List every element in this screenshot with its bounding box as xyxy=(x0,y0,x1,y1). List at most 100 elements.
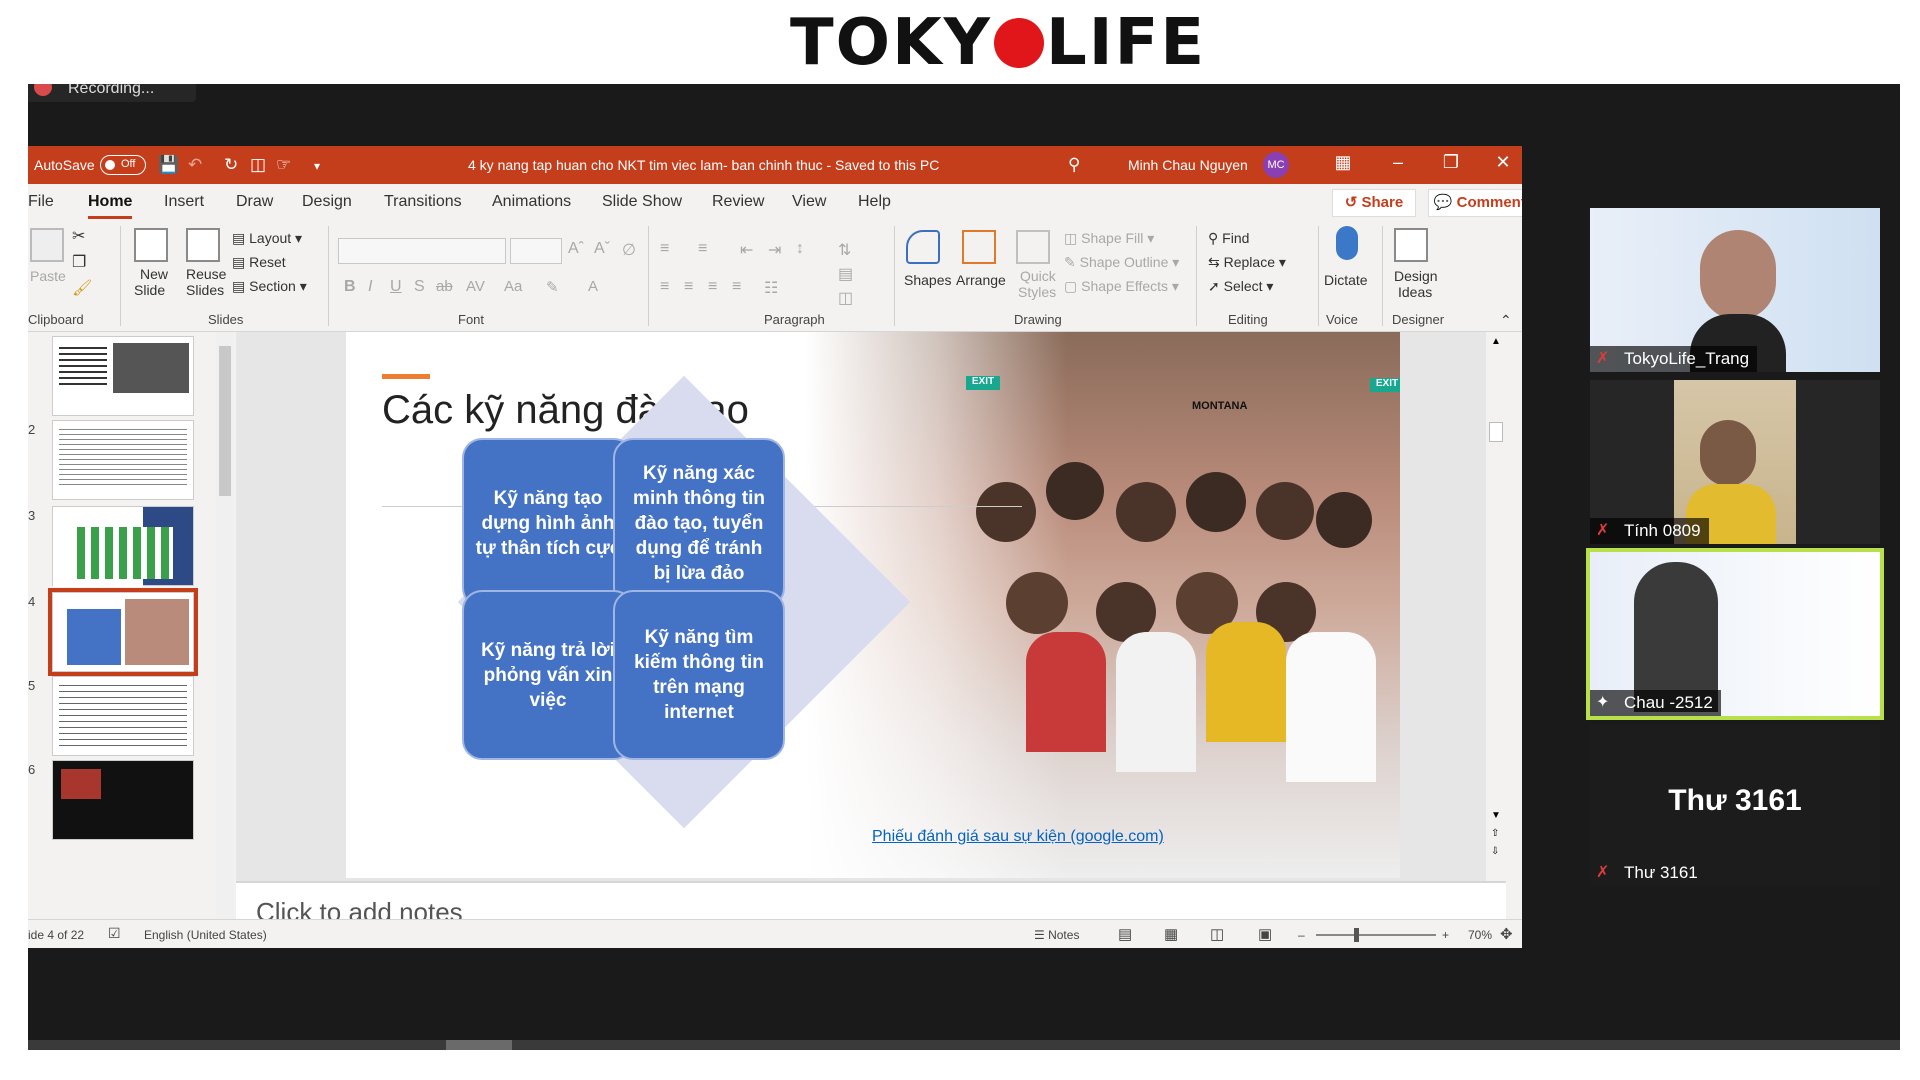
slide-sorter-icon[interactable]: ▦ xyxy=(1164,925,1178,943)
autosave-toggle[interactable]: Off xyxy=(100,155,146,175)
new-slide-line1[interactable]: New xyxy=(140,266,168,282)
comments-button[interactable]: 💬 Comments xyxy=(1428,189,1522,217)
select-button[interactable]: ➚ Select ▾ xyxy=(1208,278,1273,295)
tab-help[interactable]: Help xyxy=(858,193,891,211)
quick-styles-icon[interactable] xyxy=(1016,230,1050,264)
participant-tile-4[interactable]: Thư 3161 ✗ Thư 3161 xyxy=(1590,724,1880,886)
strikethrough-icon[interactable]: ab xyxy=(436,278,453,295)
language-status[interactable]: English (United States) xyxy=(144,928,267,942)
redo-icon[interactable]: ↻ xyxy=(224,155,238,175)
format-painter-icon[interactable]: 🖌 xyxy=(72,278,92,298)
accessibility-icon[interactable]: ☑ xyxy=(108,925,121,942)
line-spacing-icon[interactable]: ↕ xyxy=(796,240,804,258)
skill-box-4[interactable]: Kỹ năng tìm kiếm thông tin trên mạng int… xyxy=(613,590,785,760)
shapes-label[interactable]: Shapes xyxy=(904,272,951,288)
increase-indent-icon[interactable]: ⇥ xyxy=(768,240,781,260)
dictate-label[interactable]: Dictate xyxy=(1324,272,1368,288)
quick-styles-line2[interactable]: Styles xyxy=(1018,284,1056,300)
change-case-icon[interactable]: Aa xyxy=(504,278,522,295)
tab-file[interactable]: File xyxy=(28,193,54,211)
section-button[interactable]: ▤ Section ▾ xyxy=(232,278,307,295)
smartart-icon[interactable]: ◫ xyxy=(838,288,853,308)
undo-icon[interactable]: ↶ xyxy=(188,155,202,175)
close-icon[interactable]: ✕ xyxy=(1488,152,1518,173)
user-name[interactable]: Minh Chau Nguyen xyxy=(1128,157,1248,173)
font-size-box[interactable] xyxy=(510,238,562,264)
shadow-icon[interactable]: S xyxy=(414,278,425,296)
zoom-out-icon[interactable]: – xyxy=(1298,928,1305,942)
participant-tile-1[interactable]: ✗ TokyoLife_Trang xyxy=(1590,208,1880,372)
find-button[interactable]: ⚲ Find xyxy=(1208,230,1249,247)
reading-view-icon[interactable]: ◫ xyxy=(1210,925,1224,943)
thumbnail-5[interactable] xyxy=(52,676,194,756)
font-color-icon[interactable]: A xyxy=(588,278,598,295)
grow-font-icon[interactable]: Aˆ xyxy=(568,240,584,258)
slide-scrollbar[interactable]: ▲ ▼ ⇧ ⇩ xyxy=(1486,332,1506,881)
zoom-level[interactable]: 70% xyxy=(1468,928,1492,942)
font-name-box[interactable] xyxy=(338,238,506,264)
save-icon[interactable]: 💾 xyxy=(158,155,179,175)
reset-button[interactable]: ▤ Reset xyxy=(232,254,286,271)
skill-box-3[interactable]: Kỹ năng trả lời phỏng vấn xin việc xyxy=(462,590,634,760)
new-slide-icon[interactable] xyxy=(134,228,168,262)
text-direction-icon[interactable]: ⇅ xyxy=(838,240,851,260)
reuse-line1[interactable]: Reuse xyxy=(186,266,226,282)
align-right-icon[interactable]: ≡ xyxy=(708,278,717,296)
minimize-icon[interactable]: – xyxy=(1383,152,1413,173)
shape-fill-button[interactable]: ◫ Shape Fill ▾ xyxy=(1064,230,1154,247)
participant-tile-2[interactable]: ✗ Tính 0809 xyxy=(1590,380,1880,544)
reuse-line2[interactable]: Slides xyxy=(186,282,224,298)
bold-icon[interactable]: B xyxy=(344,278,356,296)
customize-toolbar-icon[interactable]: ▾ xyxy=(314,159,320,173)
tab-view[interactable]: View xyxy=(792,193,826,211)
tab-review[interactable]: Review xyxy=(712,193,764,211)
align-text-icon[interactable]: ▤ xyxy=(838,264,853,284)
align-center-icon[interactable]: ≡ xyxy=(684,278,693,296)
highlight-icon[interactable]: ✎ xyxy=(546,278,559,296)
italic-icon[interactable]: I xyxy=(368,278,372,296)
meeting-scrollbar[interactable] xyxy=(28,1040,1900,1050)
normal-view-icon[interactable]: ▤ xyxy=(1118,925,1132,943)
design-ideas-line1[interactable]: Design xyxy=(1394,268,1438,284)
prev-slide-icon[interactable]: ⇧ xyxy=(1491,828,1499,839)
quick-styles-line1[interactable]: Quick xyxy=(1020,268,1056,284)
tab-animations[interactable]: Animations xyxy=(492,193,571,211)
thumbnail-3[interactable] xyxy=(52,506,194,587)
numbering-icon[interactable]: ≡ xyxy=(698,240,707,258)
scroll-thumb[interactable] xyxy=(446,1040,512,1050)
microphone-icon[interactable] xyxy=(1336,226,1358,260)
share-button[interactable]: ↺ Share xyxy=(1332,189,1416,217)
zoom-slider[interactable] xyxy=(1316,928,1436,942)
thumbnail-1[interactable] xyxy=(52,336,194,416)
avatar[interactable]: MC xyxy=(1263,152,1289,178)
shrink-font-icon[interactable]: Aˇ xyxy=(594,240,610,258)
arrange-label[interactable]: Arrange xyxy=(956,272,1006,288)
paste-icon[interactable] xyxy=(30,228,64,262)
thumbnail-2[interactable] xyxy=(52,420,194,500)
layout-button[interactable]: ▤ Layout ▾ xyxy=(232,230,302,247)
thumbnail-6[interactable] xyxy=(52,760,194,840)
search-icon[interactable]: ⚲ xyxy=(1068,155,1080,175)
skill-box-1[interactable]: Kỹ năng tạo dựng hình ảnh tự thân tích c… xyxy=(462,438,634,608)
evaluation-link[interactable]: Phiếu đánh giá sau sự kiện (google.com) xyxy=(872,828,1164,846)
columns-icon[interactable]: ☷ xyxy=(764,278,778,298)
zoom-in-icon[interactable]: + xyxy=(1442,928,1449,942)
tab-transitions[interactable]: Transitions xyxy=(384,193,462,211)
skill-box-2[interactable]: Kỹ năng xác minh thông tin đào tạo, tuyể… xyxy=(613,438,785,608)
next-slide-icon[interactable]: ⇩ xyxy=(1491,846,1499,857)
replace-button[interactable]: ⇆ Replace ▾ xyxy=(1208,254,1286,271)
touch-mode-icon[interactable]: ☞ xyxy=(276,155,291,175)
current-slide[interactable]: EXIT EXIT MONTANA Các kỹ năng đào tạo Kỹ… xyxy=(346,332,1400,878)
underline-icon[interactable]: U xyxy=(390,278,402,296)
copy-icon[interactable]: ❐ xyxy=(72,252,86,272)
notes-toggle[interactable]: ☰ Notes xyxy=(1034,928,1079,942)
cut-icon[interactable]: ✂ xyxy=(72,226,85,246)
tab-home[interactable]: Home xyxy=(88,193,133,219)
arrange-icon[interactable] xyxy=(962,230,996,264)
tab-insert[interactable]: Insert xyxy=(164,193,204,211)
design-ideas-icon[interactable] xyxy=(1394,228,1428,262)
document-title[interactable]: 4 ky nang tap huan cho NKT tim viec lam-… xyxy=(468,157,939,173)
collapse-ribbon-icon[interactable]: ⌃ xyxy=(1500,312,1512,329)
new-slide-line2[interactable]: Slide xyxy=(134,282,165,298)
design-ideas-line2[interactable]: Ideas xyxy=(1398,284,1432,300)
